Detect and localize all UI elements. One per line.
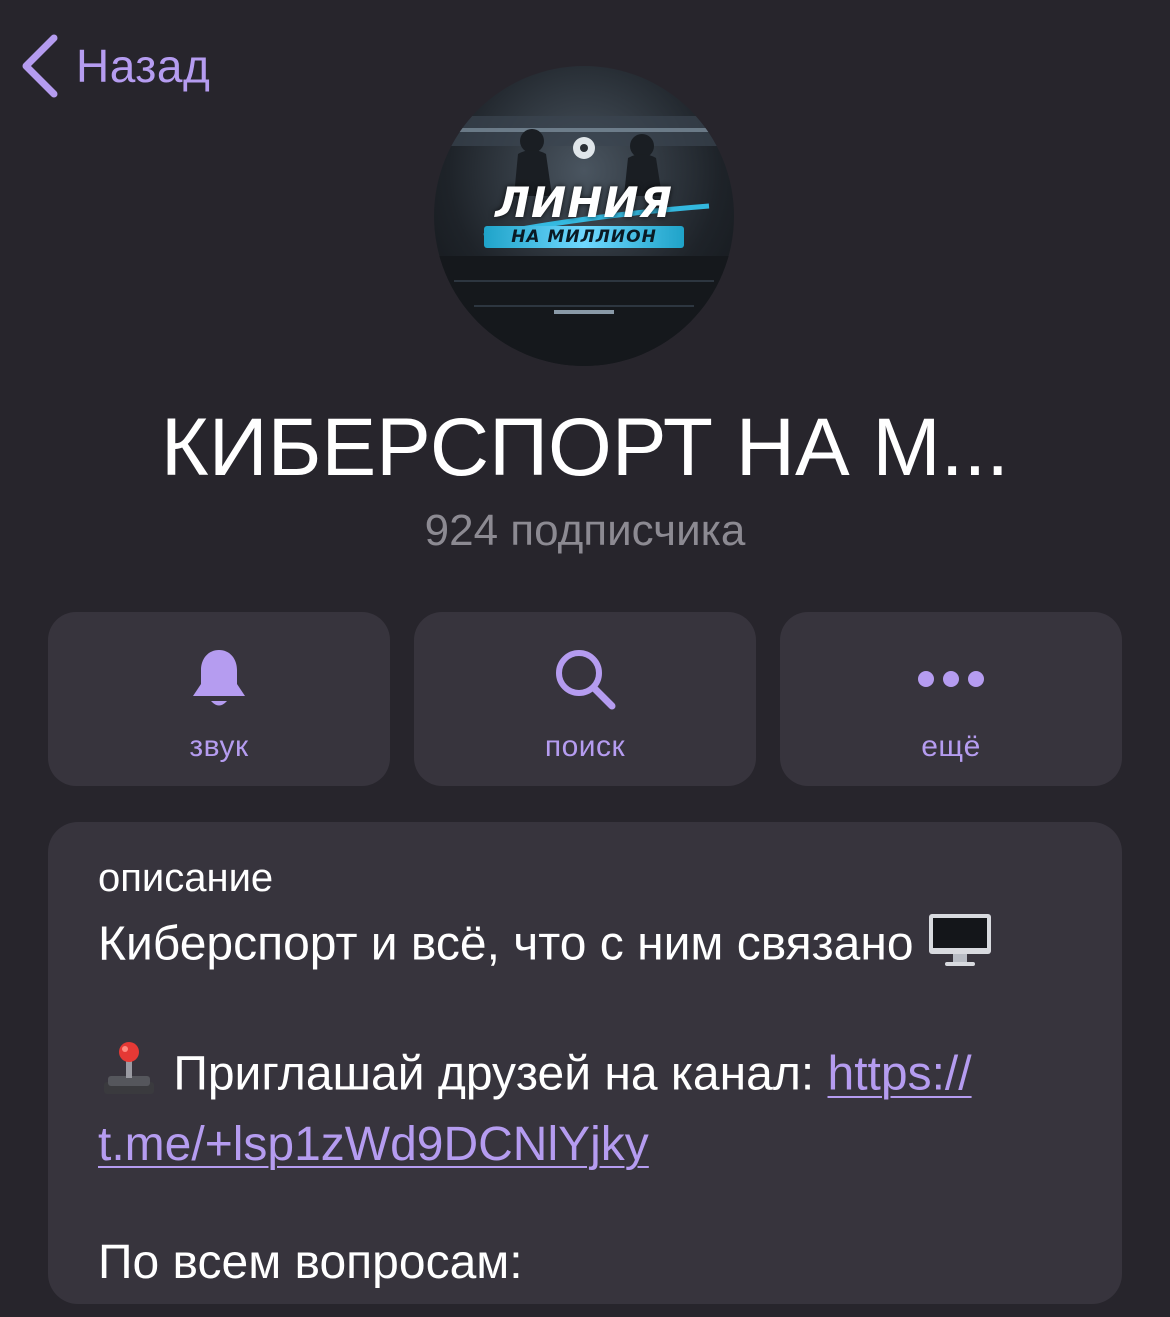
description-line-1: Киберспорт и всё, что с ним связано	[98, 910, 1078, 984]
chevron-left-icon	[18, 30, 62, 102]
sound-label: звук	[189, 730, 249, 763]
questions-line: По всем вопросам:	[98, 1236, 523, 1289]
description-label: описание	[98, 856, 274, 900]
invite-text: Приглашай друзей на канал:	[173, 1047, 815, 1101]
avatar-logo-title: ЛИНИЯ	[495, 178, 673, 227]
channel-title: КИБЕРСПОРТ НА М...	[160, 402, 1010, 493]
avatar-logo-subtitle: НА МИЛЛИОН	[484, 226, 684, 248]
joystick-icon	[98, 1040, 160, 1114]
channel-avatar[interactable]: ЛИНИЯ НА МИЛЛИОН	[434, 66, 734, 366]
action-bar: звук поиск ещё	[48, 612, 1122, 786]
description-card: описание Киберспорт и всё, что с ним свя…	[48, 822, 1122, 1304]
description-line-1-text: Киберспорт и всё, что с ним связано	[98, 917, 914, 971]
desktop-computer-icon	[927, 910, 993, 984]
subscriber-count: 924 подписчика	[424, 506, 746, 555]
search-button[interactable]: поиск	[414, 612, 756, 786]
more-label: ещё	[921, 730, 981, 763]
description-text: Киберспорт и всё, что с ним связано Приг…	[98, 910, 1078, 1294]
sound-button[interactable]: звук	[48, 612, 390, 786]
invite-link-end[interactable]: t.me/+lsp1zWd9DCNlYjky	[98, 1118, 649, 1171]
back-label: Назад	[76, 40, 211, 92]
back-button[interactable]: Назад	[18, 30, 210, 102]
invite-link-continued: t.me/+lsp1zWd9DCNlYjky	[98, 1114, 1078, 1176]
invite-link-start[interactable]: https://	[828, 1048, 972, 1101]
search-icon	[550, 644, 620, 714]
invite-line: Приглашай друзей на канал: https://	[98, 1040, 1078, 1114]
more-dots-icon	[916, 644, 986, 714]
more-button[interactable]: ещё	[780, 612, 1122, 786]
search-label: поиск	[544, 730, 626, 763]
bell-icon	[184, 644, 254, 714]
